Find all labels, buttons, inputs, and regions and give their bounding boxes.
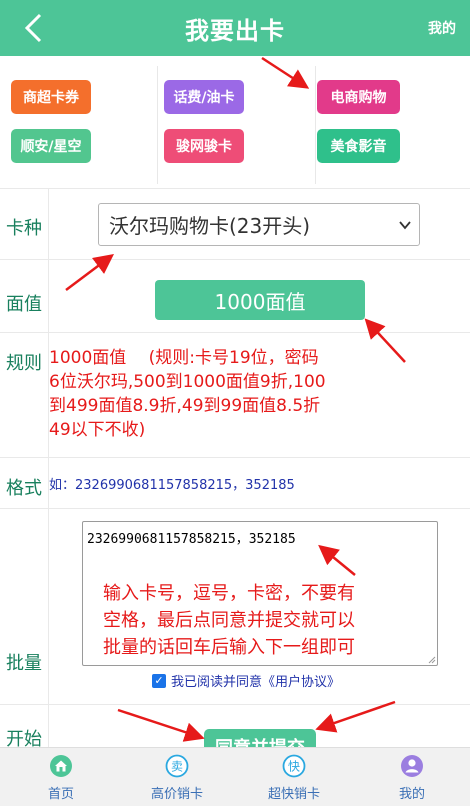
face-value-button[interactable]: 1000面值 — [155, 280, 365, 320]
category-divider — [157, 66, 158, 184]
category-button-junwang[interactable]: 骏网骏卡 — [164, 129, 244, 163]
nav-label-home: 首页 — [47, 787, 74, 802]
category-button-huafei[interactable]: 话费/油卡 — [164, 80, 244, 114]
bottom-nav: 首页 卖 高价销卡 快 超快销卡 我的 — [0, 747, 470, 806]
chevron-down-icon — [399, 221, 411, 230]
back-arrow-icon[interactable] — [20, 12, 50, 44]
home-icon — [50, 755, 72, 777]
batch-label: 批量 — [6, 653, 42, 674]
batch-textarea-value: 2326990681157858215，352185 — [87, 532, 296, 547]
nav-item-home[interactable]: 首页 — [36, 748, 86, 806]
kuai-icon: 快 — [282, 754, 306, 778]
format-example: 如：2326990681157858215，352185 — [49, 478, 295, 493]
card-type-select[interactable]: 沃尔玛购物卡(23开头) — [98, 203, 420, 246]
category-divider — [315, 66, 316, 184]
face-value-label: 面值 — [6, 294, 42, 315]
page: 我要出卡 我的 商超卡券 话费/油卡 电商购物 顺安/星空 骏网骏卡 美食影音 … — [0, 0, 470, 806]
agree-text: 我已阅读并同意 — [171, 675, 263, 690]
label-column-divider — [48, 188, 49, 747]
header-mine-link[interactable]: 我的 — [428, 18, 456, 38]
resize-handle-icon[interactable] — [428, 656, 436, 664]
category-button-dianshang[interactable]: 电商购物 — [317, 80, 400, 114]
category-button-shunan[interactable]: 顺安/星空 — [11, 129, 91, 163]
nav-label-mine: 我的 — [398, 787, 425, 802]
card-type-selected-value: 沃尔玛购物卡(23开头) — [109, 214, 311, 238]
nav-label-sell-high: 高价销卡 — [150, 787, 203, 802]
category-button-meishi[interactable]: 美食影音 — [317, 129, 400, 163]
rule-text: 1000面值 (规则:卡号19位，密码 6位沃尔玛,500到1000面值9折,1… — [49, 348, 326, 440]
user-icon — [401, 755, 423, 777]
rule-label: 规则 — [6, 353, 42, 374]
svg-text:卖: 卖 — [171, 760, 183, 774]
batch-hint-text: 输入卡号，逗号，卡密，不要有 空格，最后点同意并提交就可以 批量的话回车后输入下… — [103, 583, 355, 658]
agreement-row: ✓ 我已阅读并同意 《用户协议》 — [152, 671, 340, 690]
category-button-shangchao[interactable]: 商超卡券 — [11, 80, 91, 114]
user-agreement-link[interactable]: 《用户协议》 — [262, 671, 340, 690]
svg-text:快: 快 — [288, 760, 300, 774]
header-bar: 我要出卡 我的 — [0, 0, 470, 56]
card-type-label: 卡种 — [6, 218, 42, 239]
category-grid: 商超卡券 话费/油卡 电商购物 顺安/星空 骏网骏卡 美食影音 — [0, 56, 470, 188]
nav-item-sell-fast[interactable]: 快 超快销卡 — [259, 748, 329, 806]
agree-checkbox[interactable]: ✓ — [152, 673, 166, 688]
nav-label-sell-fast: 超快销卡 — [267, 787, 320, 802]
mai-icon: 卖 — [165, 754, 189, 778]
format-label: 格式 — [6, 478, 42, 499]
nav-item-mine[interactable]: 我的 — [387, 748, 437, 806]
page-title: 我要出卡 — [185, 16, 285, 45]
nav-item-sell-high[interactable]: 卖 高价销卡 — [142, 748, 212, 806]
